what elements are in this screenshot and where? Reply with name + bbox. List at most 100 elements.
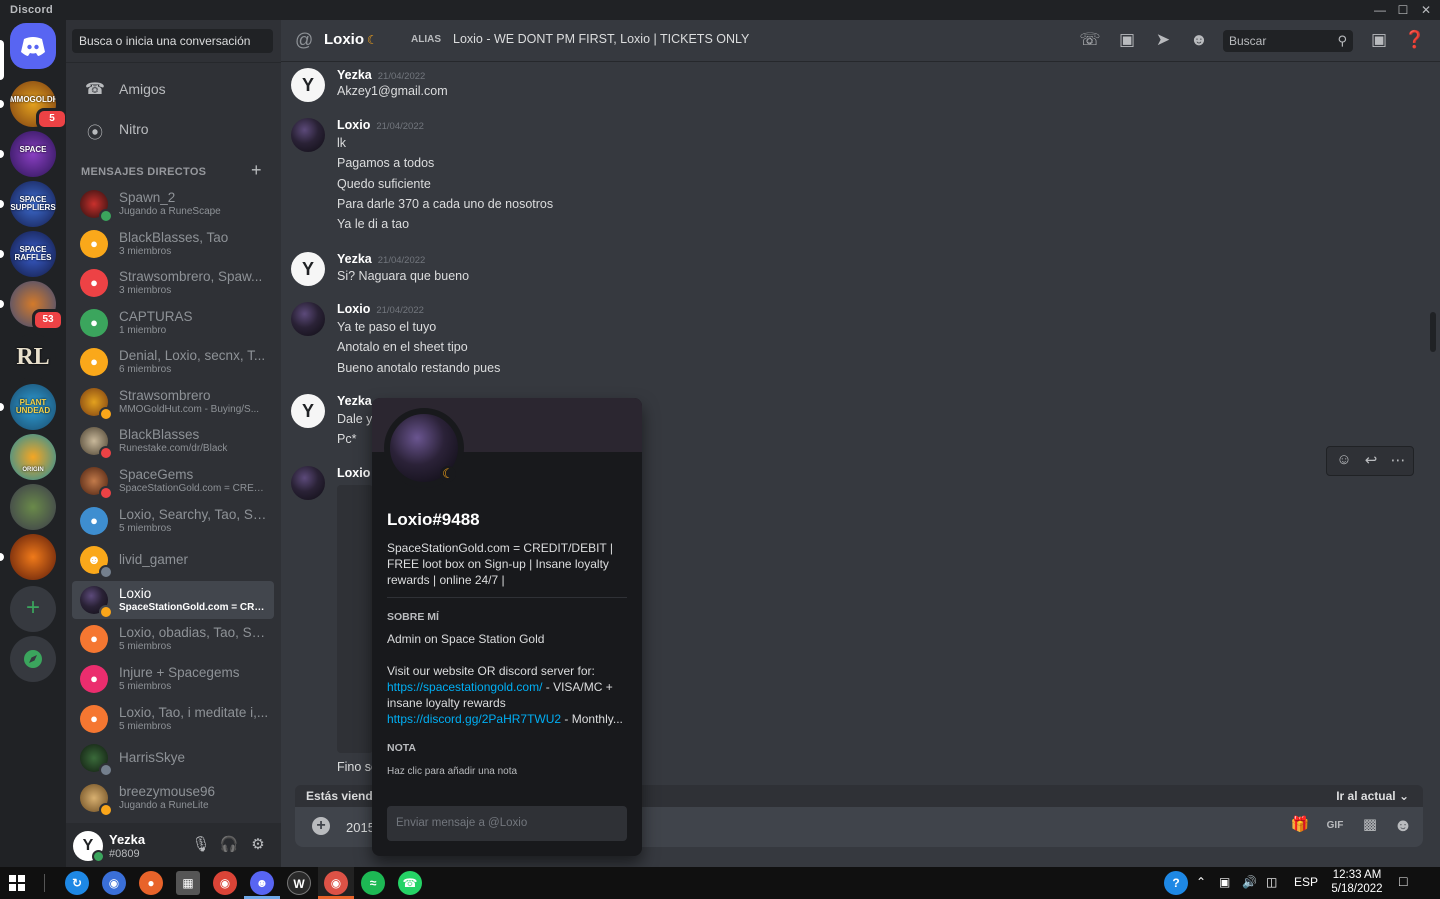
help-tray-icon[interactable]: ? [1164,871,1188,895]
message-avatar[interactable] [291,466,325,500]
about-me-header: SOBRE MÍ [387,611,439,623]
dm-item[interactable]: ● Strawsombrero, Spaw... 3 miembros [72,264,274,302]
status-online-icon [92,850,105,863]
message-author[interactable]: Yezka 21/04/2022 [337,68,425,82]
friends-nav-item[interactable]: ☎ Amigos [74,70,273,108]
notifications-icon[interactable]: □ [1399,873,1407,889]
unread-pill [0,300,4,308]
dm-item[interactable]: ☻ livid_gamer [72,541,274,579]
network-icon[interactable]: ◫ [1266,875,1277,889]
upload-plus-icon[interactable]: + [312,817,330,835]
clock[interactable]: 12:33 AM 5/18/2022 [1328,868,1386,896]
message-author[interactable]: Loxio 21/04/2022 [337,118,424,132]
message-author[interactable]: Loxio [337,466,370,480]
message-avatar[interactable] [291,302,325,336]
language-indicator[interactable]: ESP [1294,875,1318,889]
add-server-icon[interactable]: + [10,586,56,632]
server-space-station-icon[interactable]: SPACE [10,131,56,177]
message-avatar[interactable]: Y [291,68,325,102]
emoji-icon[interactable]: ☻ [1391,815,1415,837]
pin-icon[interactable]: ➤ [1151,30,1175,52]
whatsapp-icon[interactable]: ☎ [398,871,422,895]
dm-search-input[interactable]: Busca o inicia una conversación [72,29,273,53]
discord-invite-link[interactable]: https://discord.gg/2PaHR7TWU2 [387,712,561,726]
jump-to-present-button[interactable]: Ir al actual ⌄ [1336,789,1409,803]
website-link[interactable]: https://spacestationgold.com/ [387,680,542,694]
profile-message-input[interactable]: Enviar mensaje a @Loxio [387,806,627,841]
dm-item[interactable]: SpaceGems SpaceStationGold.com = CRED... [72,462,274,500]
search-input[interactable]: Buscar ⚲ [1223,30,1353,52]
reply-icon[interactable]: ↩ [1360,451,1382,469]
dm-item[interactable]: HarrisSkye [72,739,274,777]
dm-item[interactable]: ● BlackBlasses, Tao 3 miembros [72,225,274,263]
windows-start-icon[interactable] [9,875,25,891]
volume-icon[interactable]: 🔊 [1242,875,1257,889]
video-call-icon[interactable]: ▣ [1115,30,1139,52]
app-icon-2[interactable]: ◉ [102,871,126,895]
help-icon[interactable]: ❓ [1403,30,1427,52]
add-friend-icon[interactable]: ☻ [1187,30,1211,52]
add-reaction-icon[interactable]: ☺ [1333,451,1355,468]
composer-text[interactable]: 2015 [346,820,375,835]
message-avatar[interactable]: Y [291,252,325,286]
server-origin-icon[interactable]: ORIGIN [10,434,56,480]
device-icon[interactable]: ▣ [1219,875,1230,889]
message-author[interactable]: Yezka 21/04/2022 [337,252,425,266]
server-frog-icon[interactable] [10,484,56,530]
dm-item[interactable]: breezymouse96 Jugando a RuneLite [72,779,274,817]
server-space-suppliers-icon[interactable]: SPACE SUPPLIERS [10,181,56,227]
group-avatar: ● [80,230,108,258]
scrollbar-thumb[interactable] [1430,312,1436,352]
close-icon[interactable]: ✕ [1412,0,1440,20]
dm-item[interactable]: ● Loxio, obadias, Tao, Sp... 5 miembros [72,620,274,658]
dm-item[interactable]: ● Loxio, Searchy, Tao, Sp... 5 miembros [72,502,274,540]
dm-item[interactable]: BlackBlasses Runestake.com/dr/Black [72,422,274,460]
spotify-icon[interactable]: ≈ [361,871,385,895]
explore-servers-icon[interactable] [10,636,56,682]
dm-item[interactable]: ● Injure + Spacegems 5 miembros [72,660,274,698]
wallet-icon[interactable]: W [287,871,311,895]
discord-logo-icon [21,37,45,56]
dm-item[interactable]: Strawsombrero MMOGoldHut.com - Buying/S.… [72,383,274,421]
message-avatar[interactable] [291,118,325,152]
server-pumpkin-icon[interactable] [10,534,56,580]
gif-icon[interactable]: GIF [1323,815,1347,837]
discord-taskbar-icon[interactable]: ☻ [250,871,274,895]
group-avatar: ● [80,309,108,337]
unread-pill [0,200,4,208]
nitro-nav-item[interactable]: ⦿ Nitro [74,110,273,148]
message-text: Ya le di a tao [337,217,410,231]
dm-item-selected[interactable]: Loxio SpaceStationGold.com = CRED... [72,581,274,619]
server-space-raffles-icon[interactable]: SPACE RAFFLES [10,231,56,277]
headphones-icon[interactable]: 🎧 [219,835,239,855]
note-input[interactable]: Haz clic para añadir una nota [387,766,517,777]
dm-item[interactable]: ● Denial, Loxio, secnx, T... 6 miembros [72,343,274,381]
chevron-up-icon[interactable]: ⌃ [1196,875,1206,889]
sticker-icon[interactable]: ▩ [1358,815,1382,837]
message-avatar[interactable]: Y [291,394,325,428]
inbox-icon[interactable]: ▣ [1367,30,1391,52]
dm-item[interactable]: ● CAPTURAS 1 miembro [72,304,274,342]
create-dm-icon[interactable]: + [251,160,262,181]
firefox-icon[interactable]: ● [139,871,163,895]
app-icon-1[interactable]: ↻ [65,871,89,895]
message-author[interactable]: Yezka [337,394,372,408]
selected-pill [0,40,4,80]
dm-item[interactable]: ● Loxio, Tao, i meditate i,... 5 miembro… [72,700,274,738]
voice-call-icon[interactable]: ☏ [1078,30,1102,52]
status-dnd-icon [99,486,113,500]
group-icon: ● [90,513,98,528]
microphone-icon[interactable]: 🎙 [191,835,211,855]
server-plants-undead-icon[interactable]: PLANT UNDEAD [10,384,56,430]
app-brand: Discord [10,4,54,16]
discord-home-icon[interactable] [10,23,56,69]
more-options-icon[interactable]: ⋯ [1387,451,1409,469]
dm-item[interactable]: Spawn_2 Jugando a RuneScape [72,185,274,223]
gift-icon[interactable]: 🎁 [1288,815,1312,837]
settings-gear-icon[interactable]: ⚙ [248,835,268,855]
chrome-icon[interactable]: ◉ [213,871,237,895]
image-attachment[interactable] [337,485,373,753]
calculator-icon[interactable]: ▦ [176,871,200,895]
message-author[interactable]: Loxio 21/04/2022 [337,302,424,316]
server-runelite-icon[interactable]: RL [10,334,56,380]
